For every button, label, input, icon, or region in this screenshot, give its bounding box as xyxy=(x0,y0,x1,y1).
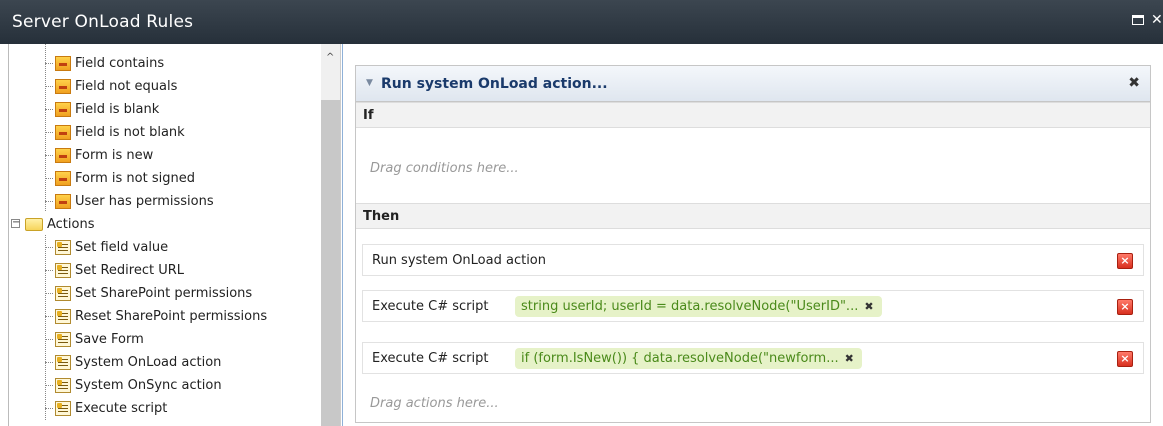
scrollbar-thumb[interactable] xyxy=(321,100,340,426)
action-label: Run system OnLoad action xyxy=(372,253,546,268)
chip-remove-icon[interactable]: ✖ xyxy=(864,300,873,313)
action-icon xyxy=(55,240,71,255)
if-section-label: If xyxy=(356,102,1150,128)
delete-action-icon[interactable]: × xyxy=(1117,299,1133,315)
tree-item-set-sharepoint-permissions[interactable]: Set SharePoint permissions xyxy=(9,282,321,305)
conditions-drop-zone[interactable]: Drag conditions here... xyxy=(370,161,519,176)
tree-item-form-is-not-signed[interactable]: Form is not signed xyxy=(9,167,321,190)
delete-action-icon[interactable]: × xyxy=(1117,351,1133,367)
action-icon xyxy=(55,332,71,347)
action-row[interactable]: Run system OnLoad action × xyxy=(362,244,1144,276)
action-icon xyxy=(55,263,71,278)
condition-icon xyxy=(55,148,71,163)
action-icon xyxy=(55,355,71,370)
tree-item-user-has-permissions[interactable]: User has permissions xyxy=(9,190,321,213)
rule-card: ▼ Run system OnLoad action... ✖ If Drag … xyxy=(355,65,1151,423)
delete-action-icon[interactable]: × xyxy=(1117,253,1133,269)
condition-icon xyxy=(55,79,71,94)
condition-icon xyxy=(55,171,71,186)
tree-list: Field contains Field not equals Field is… xyxy=(9,52,321,420)
condition-icon xyxy=(55,125,71,140)
tree-item-field-not-equals[interactable]: Field not equals xyxy=(9,75,321,98)
window-title-bar: Server OnLoad Rules ✕ xyxy=(0,0,1163,44)
action-icon xyxy=(55,401,71,416)
remove-rule-icon[interactable]: ✖ xyxy=(1128,75,1140,91)
rule-editor-panel: ▼ Run system OnLoad action... ✖ If Drag … xyxy=(342,44,1163,426)
tree-item-set-redirect-url[interactable]: Set Redirect URL xyxy=(9,259,321,282)
tree-item-field-is-not-blank[interactable]: Field is not blank xyxy=(9,121,321,144)
condition-icon xyxy=(55,102,71,117)
tree-item-field-contains[interactable]: Field contains xyxy=(9,52,321,75)
tree-item-set-field-value[interactable]: Set field value xyxy=(9,236,321,259)
tree-item-field-is-blank[interactable]: Field is blank xyxy=(9,98,321,121)
chip-remove-icon[interactable]: ✖ xyxy=(845,352,854,365)
action-icon xyxy=(55,286,71,301)
window-title: Server OnLoad Rules xyxy=(12,12,194,32)
rule-header[interactable]: ▼ Run system OnLoad action... ✖ xyxy=(356,66,1150,102)
condition-icon xyxy=(55,56,71,71)
tree-item-reset-sharepoint-permissions[interactable]: Reset SharePoint permissions xyxy=(9,305,321,328)
action-icon xyxy=(55,309,71,324)
rule-title[interactable]: Run system OnLoad action... xyxy=(381,76,608,92)
tree-item-system-onsync-action[interactable]: System OnSync action xyxy=(9,374,321,397)
scroll-up-icon[interactable]: ^ xyxy=(326,52,334,63)
action-icon xyxy=(55,378,71,393)
tree-item-execute-script[interactable]: Execute script xyxy=(9,397,321,420)
collapse-caret-icon[interactable]: ▼ xyxy=(366,78,373,88)
close-icon[interactable]: ✕ xyxy=(1151,13,1163,27)
action-label: Execute C# script xyxy=(372,299,489,314)
actions-drop-zone[interactable]: Drag actions here... xyxy=(370,396,499,411)
action-row[interactable]: Execute C# script if (form.IsNew()) { da… xyxy=(362,342,1144,374)
action-row[interactable]: Execute C# script string userId; userId … xyxy=(362,290,1144,322)
then-section-label: Then xyxy=(356,203,1150,229)
tree-folder-actions[interactable]: − Actions xyxy=(9,213,321,236)
maximize-icon[interactable] xyxy=(1132,15,1144,25)
collapse-icon[interactable]: − xyxy=(11,218,20,228)
tree-item-save-form[interactable]: Save Form xyxy=(9,328,321,351)
action-label: Execute C# script xyxy=(372,351,489,366)
folder-icon xyxy=(25,218,43,231)
condition-icon xyxy=(55,194,71,209)
script-chip[interactable]: if (form.IsNew()) { data.resolveNode("ne… xyxy=(515,348,862,369)
tree-item-system-onload-action[interactable]: System OnLoad action xyxy=(9,351,321,374)
script-chip[interactable]: string userId; userId = data.resolveNode… xyxy=(515,296,882,317)
tree-scrollbar[interactable]: ^ xyxy=(321,44,340,426)
rules-tree: Field contains Field not equals Field is… xyxy=(8,44,341,426)
tree-item-form-is-new[interactable]: Form is new xyxy=(9,144,321,167)
